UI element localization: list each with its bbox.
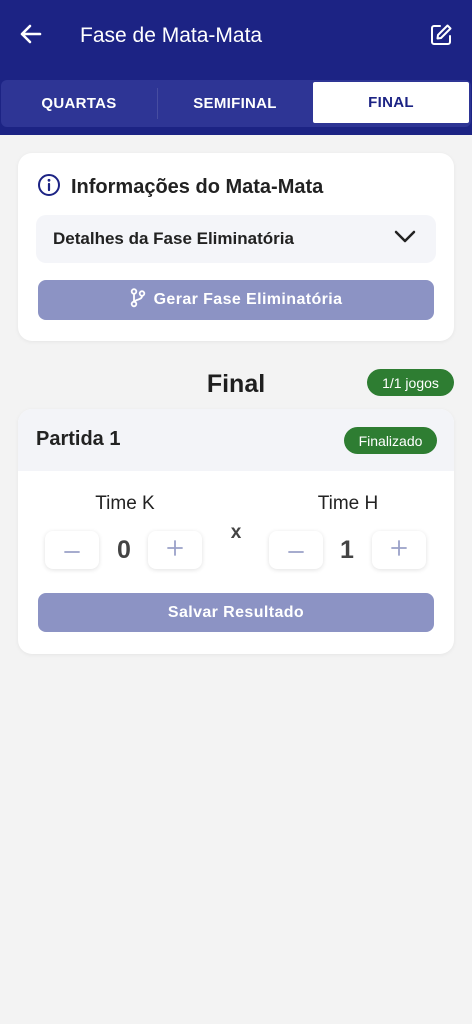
back-button[interactable] xyxy=(14,20,48,52)
generate-phase-button[interactable]: Gerar Fase Eliminatória xyxy=(38,280,434,320)
app-header: Fase de Mata-Mata QUARTAS SEMIFINAL FINA… xyxy=(0,0,472,135)
details-label: Detalhes da Fase Eliminatória xyxy=(53,229,294,248)
edit-button[interactable] xyxy=(424,20,458,54)
team-b-increment-button[interactable] xyxy=(372,531,426,569)
phase-tabs: QUARTAS SEMIFINAL FINAL xyxy=(1,80,471,127)
minus-icon xyxy=(288,541,304,559)
tab-semifinal[interactable]: SEMIFINAL xyxy=(157,80,313,127)
save-result-button[interactable]: Salvar Resultado xyxy=(38,593,434,632)
info-title-row: Informações do Mata-Mata xyxy=(37,173,323,202)
plus-icon xyxy=(391,539,407,561)
info-icon xyxy=(37,173,61,202)
team-a-increment-button[interactable] xyxy=(148,531,202,569)
team-a-decrement-button[interactable] xyxy=(45,531,99,569)
match-name: Partida 1 xyxy=(36,428,121,450)
status-badge: Finalizado xyxy=(344,427,437,454)
team-a-score: 0 xyxy=(117,536,131,564)
edit-square-icon xyxy=(429,23,453,52)
team-b-score: 1 xyxy=(340,536,354,564)
plus-icon xyxy=(167,539,183,561)
arrow-left-icon xyxy=(20,24,42,49)
games-count-badge: 1/1 jogos xyxy=(367,369,454,396)
minus-icon xyxy=(64,541,80,559)
generate-phase-label: Gerar Fase Eliminatória xyxy=(153,291,343,308)
git-branch-icon xyxy=(130,287,154,313)
tab-final[interactable]: FINAL xyxy=(313,82,469,123)
match-header: Partida 1 Finalizado xyxy=(18,409,454,471)
info-card: Informações do Mata-Mata Detalhes da Fas… xyxy=(18,153,454,341)
match-card: Partida 1 Finalizado Time K Time H x 0 1… xyxy=(18,409,454,654)
team-a-name: Time K xyxy=(95,493,155,514)
team-b-name: Time H xyxy=(317,493,379,514)
tab-quartas[interactable]: QUARTAS xyxy=(1,80,157,127)
chevron-down-icon xyxy=(394,230,416,249)
details-dropdown[interactable]: Detalhes da Fase Eliminatória xyxy=(36,215,436,263)
page-title: Fase de Mata-Mata xyxy=(80,24,263,47)
team-b-decrement-button[interactable] xyxy=(269,531,323,569)
versus-label: x xyxy=(230,522,242,543)
info-title: Informações do Mata-Mata xyxy=(71,176,324,198)
